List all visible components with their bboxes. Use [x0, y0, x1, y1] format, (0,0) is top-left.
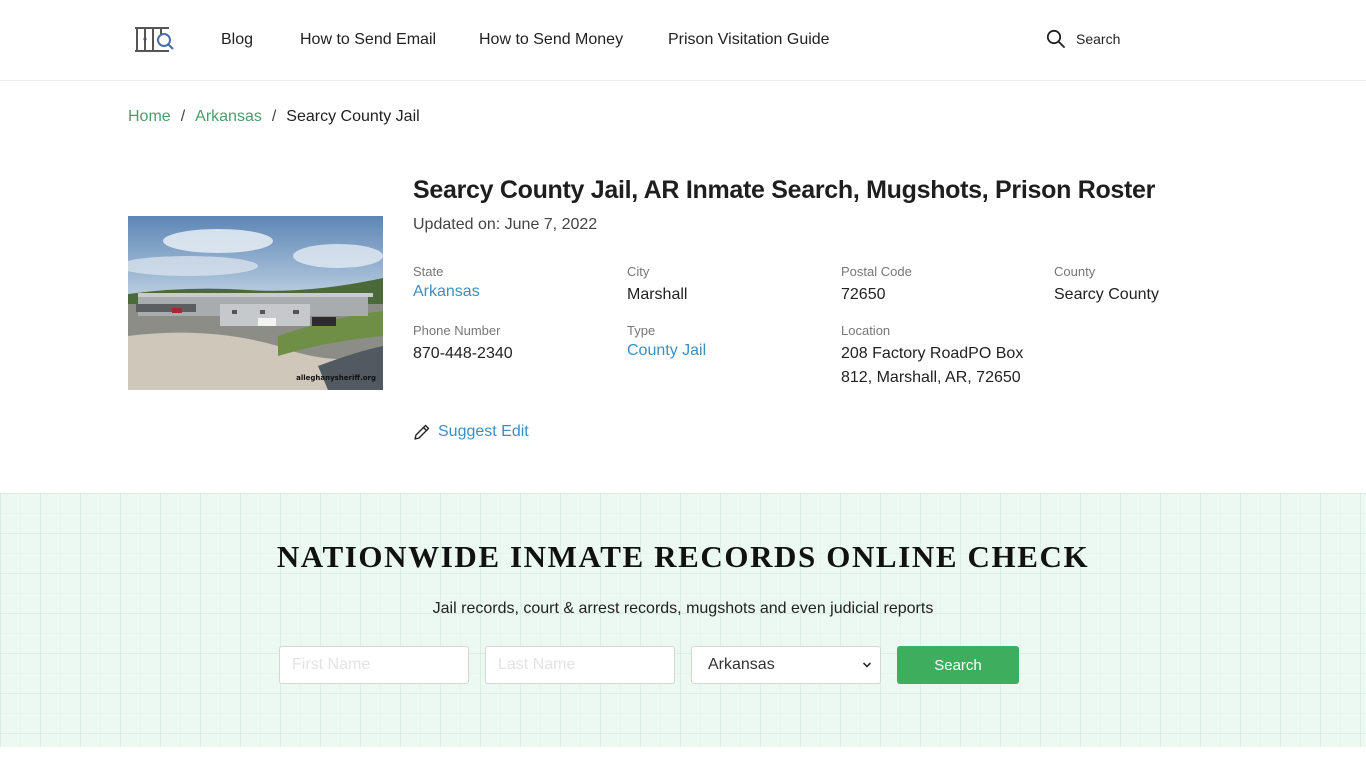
field-county: County Searcy County — [1054, 264, 1159, 307]
field-phone-value: 870-448-2340 — [413, 345, 513, 362]
field-county-value: Searcy County — [1054, 286, 1159, 303]
field-postal-code-label: Postal Code — [841, 264, 912, 279]
field-type: Type County Jail — [627, 323, 706, 363]
breadcrumb: Home / Arkansas / Searcy County Jail — [128, 107, 420, 127]
nav-prison-visitation-guide[interactable]: Prison Visitation Guide — [668, 30, 830, 50]
pencil-icon — [414, 424, 430, 440]
breadcrumb-separator: / — [180, 108, 186, 125]
inmate-search-subtitle: Jail records, court & arrest records, mu… — [432, 600, 934, 617]
state-select[interactable]: Arkansas — [691, 646, 881, 684]
nav-how-to-send-money[interactable]: How to Send Money — [479, 30, 623, 50]
breadcrumb-current: Searcy County Jail — [286, 108, 420, 125]
field-state: State Arkansas — [413, 264, 480, 304]
field-phone-label: Phone Number — [413, 323, 501, 338]
nav-blog[interactable]: Blog — [221, 30, 253, 50]
updated-label: Updated on: — [413, 216, 501, 233]
search-icon — [1046, 29, 1065, 48]
field-type-value[interactable]: County Jail — [627, 342, 706, 359]
field-type-label: Type — [627, 323, 656, 338]
field-location-label: Location — [841, 323, 891, 338]
jail-bars-magnifier-logo-icon — [135, 27, 174, 52]
last-name-input[interactable] — [485, 646, 675, 684]
updated-date: Updated on: June 7, 2022 — [413, 216, 597, 234]
header-search-label: Search — [1076, 31, 1121, 47]
field-state-label: State — [413, 264, 444, 279]
field-city-label: City — [627, 264, 650, 279]
first-name-input[interactable] — [279, 646, 469, 684]
nav-how-to-send-email[interactable]: How to Send Email — [300, 30, 436, 50]
suggest-edit-label: Suggest Edit — [438, 423, 529, 440]
field-location-value: 208 Factory RoadPO Box 812, Marshall, AR… — [841, 345, 1024, 386]
site-header: Blog How to Send Email How to Send Money… — [0, 0, 1366, 81]
header-search-button[interactable]: Search — [1046, 29, 1120, 49]
breadcrumb-home[interactable]: Home — [128, 107, 171, 127]
chevron-down-icon — [862, 662, 872, 668]
suggest-edit-link[interactable]: Suggest Edit — [413, 423, 529, 441]
facility-photo: alleghanysheriff.org — [128, 216, 383, 390]
field-state-value[interactable]: Arkansas — [413, 283, 480, 300]
photo-watermark: alleghanysheriff.org — [296, 374, 376, 382]
field-location: Location 208 Factory RoadPO Box 812, Mar… — [841, 323, 1031, 390]
field-postal-code: Postal Code 72650 — [841, 264, 912, 307]
breadcrumb-arkansas[interactable]: Arkansas — [195, 107, 262, 127]
field-county-label: County — [1054, 264, 1096, 279]
state-select-value: Arkansas — [708, 656, 775, 673]
facility-photo-illustration: alleghanysheriff.org — [128, 216, 383, 390]
page-title: Searcy County Jail, AR Inmate Search, Mu… — [413, 176, 1156, 204]
inmate-search-title: NATIONWIDE INMATE RECORDS ONLINE CHECK — [276, 539, 1090, 574]
breadcrumb-separator: / — [271, 108, 277, 125]
field-postal-code-value: 72650 — [841, 286, 886, 303]
field-city: City Marshall — [627, 264, 687, 307]
site-logo[interactable] — [133, 25, 175, 55]
field-city-value: Marshall — [627, 286, 688, 303]
inmate-search-button[interactable]: Search — [897, 646, 1019, 684]
field-phone: Phone Number 870-448-2340 — [413, 323, 513, 366]
inmate-search-section — [0, 493, 1366, 747]
updated-value: June 7, 2022 — [504, 216, 598, 233]
